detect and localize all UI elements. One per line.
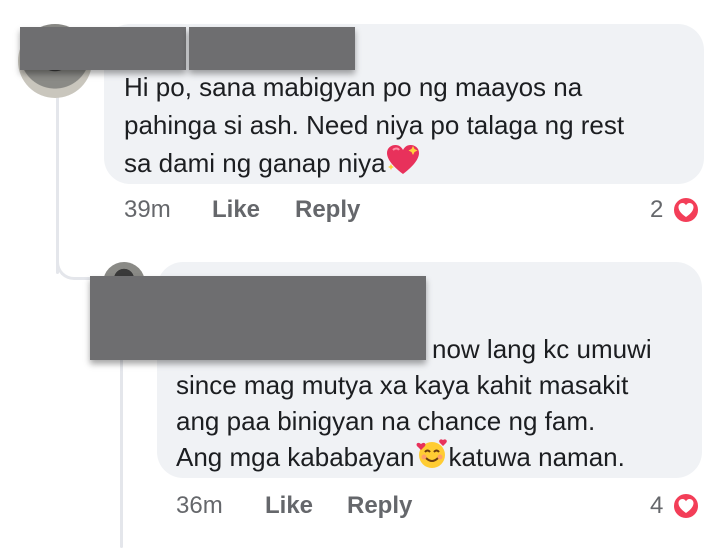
comment-text-line: since mag mutya xa kaya kahit masakit xyxy=(176,370,629,400)
thread-connector xyxy=(56,240,106,280)
like-button[interactable]: Like xyxy=(212,196,260,224)
reply-button[interactable]: Reply xyxy=(347,492,412,520)
comment-timestamp[interactable]: 36m xyxy=(176,492,223,520)
sparkling-heart-icon xyxy=(386,144,420,186)
comment-text-line: sa dami ng ganap niya xyxy=(124,144,420,186)
comment-text-line: now lang kc umuwi xyxy=(432,334,652,364)
comment-text-line: Hi po, sana mabigyan po ng maayos na xyxy=(124,72,583,102)
heart-reaction-icon[interactable] xyxy=(672,492,700,520)
comment-text-segment: sa dami ng ganap niya xyxy=(124,148,386,178)
comment-text-line: pahinga si ash. Need niya po talaga ng r… xyxy=(124,110,625,140)
comment-text-segment: katuwa naman. xyxy=(448,442,625,472)
like-button[interactable]: Like xyxy=(265,492,313,520)
reaction-count[interactable]: 4 xyxy=(650,492,663,520)
reaction-count[interactable]: 2 xyxy=(650,196,663,224)
redacted-name xyxy=(189,27,355,70)
smiling-face-with-hearts-icon xyxy=(415,438,449,480)
heart-reaction-icon[interactable] xyxy=(672,196,700,224)
comment-text-segment: Ang mga kababayan xyxy=(176,442,415,472)
comment-text-line: ang paa binigyan na chance ng fam. xyxy=(176,406,596,436)
reply-button[interactable]: Reply xyxy=(295,196,360,224)
redacted-content xyxy=(90,276,426,360)
comment-text-line: Ang mga kababayan katuwa naman. xyxy=(176,438,625,480)
redacted-name xyxy=(20,27,186,70)
comment-timestamp[interactable]: 39m xyxy=(124,196,171,224)
